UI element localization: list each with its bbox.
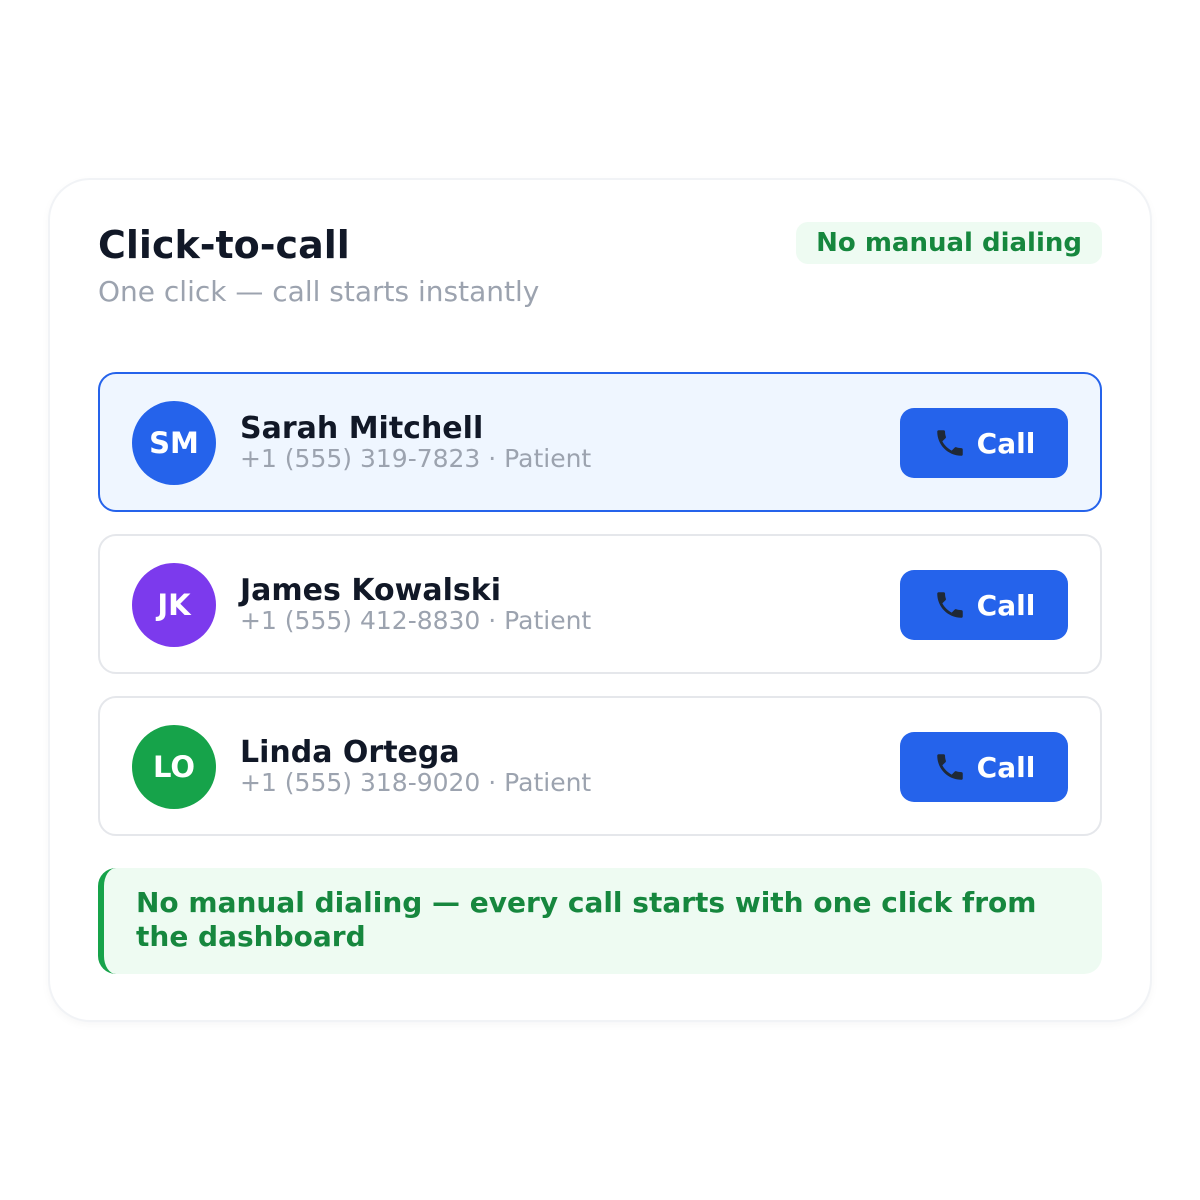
click-to-call-card: Click-to-call One click — call starts in… bbox=[50, 180, 1150, 1020]
phone-icon bbox=[933, 426, 967, 460]
contact-row-linda-ortega[interactable]: LO Linda Ortega +1 (555) 318-9020 · Pati… bbox=[98, 696, 1102, 836]
contact-list: SM Sarah Mitchell +1 (555) 319-7823 · Pa… bbox=[98, 372, 1102, 858]
phone-icon bbox=[933, 750, 967, 784]
contact-phone-role: +1 (555) 319-7823 · Patient bbox=[240, 444, 592, 473]
info-callout: No manual dialing — every call starts wi… bbox=[98, 868, 1102, 974]
page-subtitle: One click — call starts instantly bbox=[98, 275, 540, 308]
info-callout-text: No manual dialing — every call starts wi… bbox=[136, 886, 1037, 953]
avatar: JK bbox=[132, 563, 216, 647]
contact-phone-role: +1 (555) 318-9020 · Patient bbox=[240, 768, 592, 797]
contact-row-sarah-mitchell[interactable]: SM Sarah Mitchell +1 (555) 319-7823 · Pa… bbox=[98, 372, 1102, 512]
call-button-label: Call bbox=[976, 588, 1036, 622]
phone-icon bbox=[933, 588, 967, 622]
call-button[interactable]: Call bbox=[900, 732, 1068, 802]
contact-phone-role: +1 (555) 412-8830 · Patient bbox=[240, 606, 592, 635]
avatar: LO bbox=[132, 725, 216, 809]
call-button[interactable]: Call bbox=[900, 570, 1068, 640]
call-button-label: Call bbox=[976, 750, 1036, 784]
page-title: Click-to-call bbox=[98, 223, 350, 267]
call-button-label: Call bbox=[976, 426, 1036, 460]
status-badge: No manual dialing bbox=[796, 222, 1102, 264]
contact-row-james-kowalski[interactable]: JK James Kowalski +1 (555) 412-8830 · Pa… bbox=[98, 534, 1102, 674]
call-button[interactable]: Call bbox=[900, 408, 1068, 478]
avatar: SM bbox=[132, 401, 216, 485]
